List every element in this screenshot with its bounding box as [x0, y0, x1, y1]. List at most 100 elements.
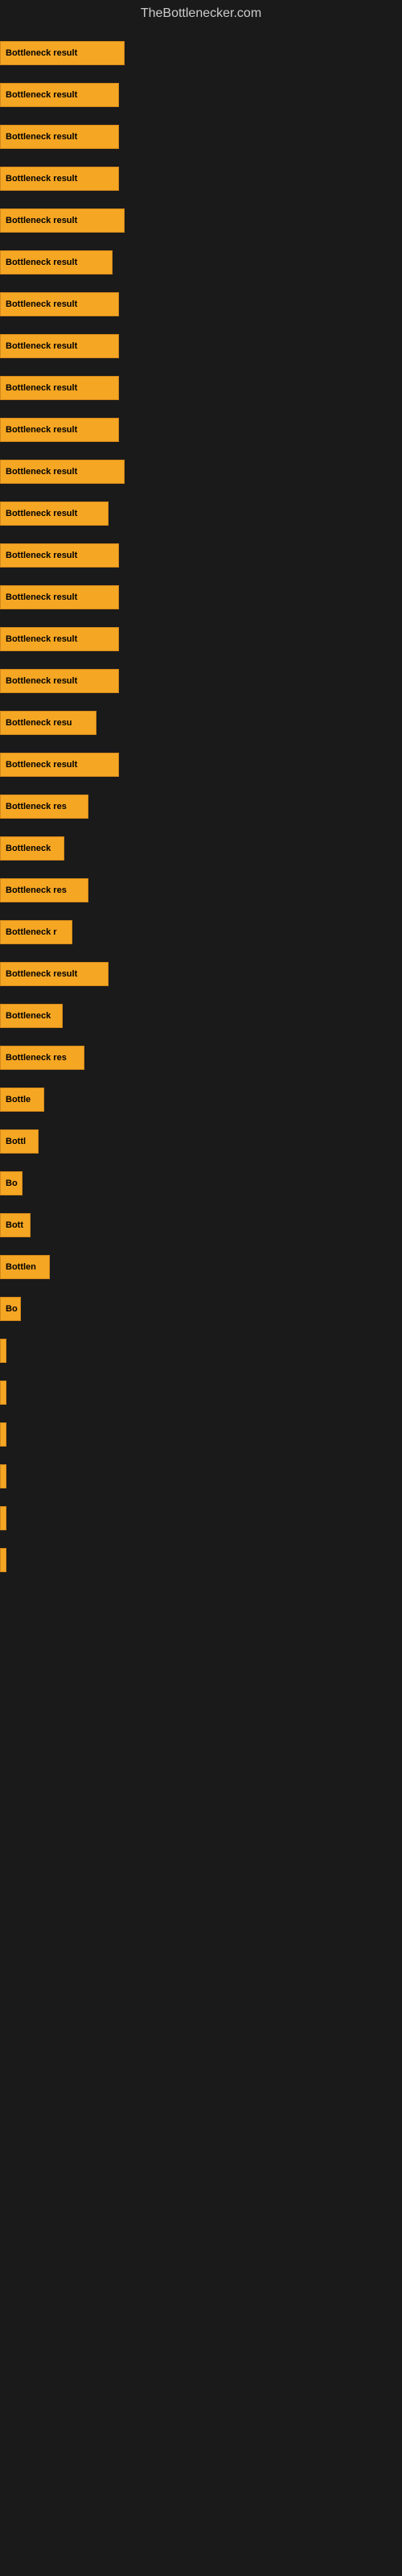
site-title: TheBottlenecker.com [0, 0, 402, 24]
bottleneck-bar: Bottleneck result [0, 502, 109, 526]
bar-label: Bottleneck r [6, 927, 57, 937]
bottleneck-bar: Bottleneck r [0, 920, 72, 944]
bar-label: Bottleneck result [6, 676, 77, 686]
bar-row: Bottleneck result [0, 283, 402, 325]
bottleneck-bar: Bottleneck [0, 836, 64, 861]
bottleneck-bar: Bottlen [0, 1255, 50, 1279]
bar-row: Bo [0, 1162, 402, 1204]
bar-row: Bottleneck result [0, 116, 402, 158]
bar-row: Bottlen [0, 1246, 402, 1288]
bar-row: Bottleneck result [0, 242, 402, 283]
bottleneck-bar: Bottleneck result [0, 376, 119, 400]
bar-label: Bottle [6, 1095, 31, 1104]
bottleneck-bar: Bottleneck resu [0, 711, 96, 735]
bar-row: Bottleneck result [0, 74, 402, 116]
bottleneck-bar: Bottleneck result [0, 208, 125, 233]
bar-label: Bottleneck res [6, 1053, 67, 1063]
bar-label: Bo [6, 1179, 18, 1188]
bar-row: Bottleneck result [0, 409, 402, 451]
bar-row: Bottleneck result [0, 744, 402, 786]
bottleneck-bar [0, 1422, 6, 1447]
bar-label: Bottl [6, 1137, 26, 1146]
bar-row: Bottl [0, 1121, 402, 1162]
bar-row: Bottleneck result [0, 953, 402, 995]
bottleneck-bar: Bottleneck result [0, 250, 113, 275]
bar-label: Bottleneck result [6, 258, 77, 267]
bottleneck-bar: Bottle [0, 1088, 44, 1112]
bottleneck-bar: Bottleneck result [0, 418, 119, 442]
bottleneck-bar [0, 1506, 6, 1530]
bar-row: Bottleneck res [0, 1037, 402, 1079]
bar-label: Bottlen [6, 1262, 36, 1272]
bar-row: Bottleneck result [0, 660, 402, 702]
bottleneck-bar [0, 1548, 6, 1572]
bar-label: Bottleneck [6, 844, 51, 853]
bar-row: Bo [0, 1288, 402, 1330]
bottleneck-bar: Bottleneck result [0, 627, 119, 651]
bottleneck-bar: Bottleneck result [0, 83, 119, 107]
bar-row [0, 1539, 402, 1581]
bottleneck-bar [0, 1339, 6, 1363]
bar-row: Bottleneck result [0, 367, 402, 409]
bottleneck-bar: Bottleneck result [0, 669, 119, 693]
bar-label: Bottleneck result [6, 969, 77, 979]
bar-row [0, 1497, 402, 1539]
bar-row: Bottleneck result [0, 451, 402, 493]
bar-label: Bottleneck resu [6, 718, 72, 728]
bottleneck-bar: Bottleneck result [0, 167, 119, 191]
bar-row: Bottleneck res [0, 786, 402, 828]
bar-label: Bottleneck result [6, 425, 77, 435]
bar-label: Bottleneck result [6, 383, 77, 393]
bar-label: Bottleneck result [6, 634, 77, 644]
bottleneck-bar: Bottl [0, 1129, 39, 1154]
bottleneck-bar: Bottleneck res [0, 1046, 84, 1070]
bar-row: Bottleneck [0, 828, 402, 869]
bottleneck-bar: Bottleneck res [0, 878, 88, 902]
bar-row: Bottleneck result [0, 325, 402, 367]
bar-row: Bottleneck [0, 995, 402, 1037]
bar-row: Bott [0, 1204, 402, 1246]
bottleneck-bar: Bo [0, 1297, 21, 1321]
bar-label: Bottleneck result [6, 341, 77, 351]
bar-label: Bottleneck res [6, 886, 67, 895]
bar-label: Bo [6, 1304, 18, 1314]
bar-row: Bottleneck result [0, 618, 402, 660]
bar-row: Bottleneck resu [0, 702, 402, 744]
bar-label: Bottleneck result [6, 592, 77, 602]
bottleneck-bar: Bott [0, 1213, 31, 1237]
bar-label: Bottleneck result [6, 299, 77, 309]
bar-label: Bottleneck result [6, 509, 77, 518]
bar-label: Bottleneck [6, 1011, 51, 1021]
bottleneck-bar: Bottleneck result [0, 543, 119, 568]
bottleneck-bar: Bottleneck result [0, 585, 119, 609]
bottleneck-bar: Bottleneck result [0, 292, 119, 316]
bar-row: Bottleneck result [0, 493, 402, 535]
bar-row: Bottleneck result [0, 535, 402, 576]
bar-row: Bottleneck result [0, 158, 402, 200]
bar-label: Bottleneck result [6, 551, 77, 560]
bar-row [0, 1414, 402, 1455]
bottleneck-bar [0, 1381, 6, 1405]
bar-row: Bottleneck result [0, 200, 402, 242]
bar-row: Bottleneck result [0, 32, 402, 74]
bar-label: Bottleneck result [6, 48, 77, 58]
bottleneck-bar: Bottleneck res [0, 795, 88, 819]
bottleneck-bar: Bottleneck result [0, 125, 119, 149]
bar-row [0, 1330, 402, 1372]
bar-row: Bottleneck result [0, 576, 402, 618]
bar-row: Bottle [0, 1079, 402, 1121]
bottleneck-bar: Bottleneck result [0, 753, 119, 777]
bar-label: Bottleneck result [6, 216, 77, 225]
bar-row [0, 1372, 402, 1414]
bar-row: Bottleneck res [0, 869, 402, 911]
bar-label: Bottleneck result [6, 90, 77, 100]
bar-label: Bottleneck result [6, 467, 77, 477]
bar-label: Bottleneck result [6, 132, 77, 142]
bottleneck-bar: Bottleneck result [0, 41, 125, 65]
bottleneck-bar [0, 1464, 6, 1488]
site-title-container: TheBottlenecker.com [0, 0, 402, 24]
bar-row [0, 1455, 402, 1497]
bars-container: Bottleneck result Bottleneck result Bottle… [0, 24, 402, 1581]
bottleneck-bar: Bottleneck result [0, 460, 125, 484]
bottleneck-bar: Bottleneck result [0, 334, 119, 358]
